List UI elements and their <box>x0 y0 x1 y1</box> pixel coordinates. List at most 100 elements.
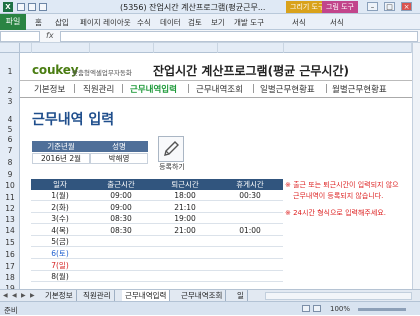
tab-next-icon[interactable]: ▶ <box>21 292 26 299</box>
column-header-cell[interactable] <box>218 43 284 53</box>
row-number[interactable]: 12 <box>0 204 20 213</box>
worksheet[interactable]: coukey 맞춤형엑셀업무자동화 잔업시간 계산프로그램(평균 근무시간) 기… <box>20 53 412 289</box>
file-tab[interactable]: 파일 <box>0 14 26 30</box>
break-cell[interactable] <box>217 260 283 271</box>
close-button[interactable]: × <box>401 2 412 11</box>
tab-format-picture[interactable]: 서식 <box>330 17 344 28</box>
break-cell[interactable] <box>217 202 283 213</box>
row-number[interactable]: 11 <box>0 193 20 202</box>
name-field[interactable]: 박해영 <box>90 153 148 164</box>
row-number[interactable]: 3 <box>0 97 20 106</box>
row-number[interactable]: 16 <box>0 250 20 259</box>
clock-out-cell[interactable] <box>153 260 217 271</box>
row-number[interactable]: 10 <box>0 181 20 190</box>
row-number[interactable]: 7 <box>0 146 20 155</box>
save-icon[interactable] <box>17 3 25 11</box>
clock-in-cell[interactable]: 08:30 <box>89 225 153 236</box>
break-cell[interactable] <box>217 271 283 282</box>
undo-icon[interactable] <box>28 3 36 11</box>
row-number[interactable]: 2 <box>0 86 20 95</box>
nav-work-query[interactable]: 근무내역조회 <box>196 83 243 95</box>
horizontal-scrollbar[interactable] <box>265 292 412 300</box>
formula-input[interactable] <box>60 31 418 42</box>
column-header-cell[interactable] <box>284 43 412 53</box>
vertical-scrollbar[interactable] <box>412 43 420 289</box>
zoom-level[interactable]: 100% <box>330 305 350 313</box>
date-cell[interactable]: 6(토) <box>31 248 89 259</box>
row-number[interactable]: 4 <box>0 115 20 124</box>
clock-in-cell[interactable] <box>89 260 153 271</box>
clock-out-cell[interactable]: 21:00 <box>153 225 217 236</box>
break-cell[interactable]: 00:30 <box>217 190 283 201</box>
nav-monthly-status[interactable]: 월별근무현황표 <box>332 83 387 95</box>
break-cell[interactable]: 01:00 <box>217 225 283 236</box>
date-cell[interactable]: 1(월) <box>31 190 89 201</box>
date-cell[interactable]: 4(목) <box>31 225 89 236</box>
column-header-cell[interactable] <box>32 43 90 53</box>
row-header: 1 2 3 4 5 6 7 8 9 10 11 12 13 14 15 16 1… <box>0 53 20 293</box>
minimize-button[interactable]: – <box>367 2 378 11</box>
clock-out-cell[interactable]: 18:00 <box>153 190 217 201</box>
clock-in-cell[interactable] <box>89 248 153 259</box>
row-number[interactable]: 8 <box>0 158 20 167</box>
date-cell[interactable]: 2(화) <box>31 202 89 213</box>
tab-last-icon[interactable]: ▶ <box>30 292 35 299</box>
row-number[interactable]: 6 <box>0 135 20 144</box>
row-number[interactable]: 18 <box>0 273 20 282</box>
maximize-button[interactable]: □ <box>384 2 395 11</box>
tab-view[interactable]: 보기 <box>211 17 225 28</box>
row-number[interactable]: 9 <box>0 170 20 179</box>
register-button[interactable] <box>158 136 184 162</box>
clock-out-cell[interactable]: 19:00 <box>153 213 217 224</box>
nav-employee[interactable]: 직원관리 <box>83 83 114 95</box>
normal-view-icon[interactable] <box>302 305 310 312</box>
break-cell[interactable] <box>217 213 283 224</box>
clock-in-cell[interactable]: 08:30 <box>89 213 153 224</box>
tab-data[interactable]: 데이터 <box>160 17 181 28</box>
tab-review[interactable]: 검토 <box>188 17 202 28</box>
row-number[interactable]: 15 <box>0 238 20 247</box>
period-field[interactable]: 2016년 2월 <box>32 153 90 164</box>
break-cell[interactable] <box>217 248 283 259</box>
tab-developer[interactable]: 개발 도구 <box>234 17 264 28</box>
select-all-corner[interactable] <box>0 43 20 53</box>
column-header-cell[interactable] <box>154 43 218 53</box>
tab-prev-icon[interactable]: ◀ <box>12 292 17 299</box>
context-tab-picture-tools[interactable]: 그림 도구 <box>322 1 358 13</box>
date-cell[interactable]: 3(수) <box>31 213 89 224</box>
date-cell[interactable]: 7(일) <box>31 260 89 271</box>
row-number[interactable]: 13 <box>0 215 20 224</box>
function-icon[interactable]: fx <box>46 31 54 40</box>
tab-insert[interactable]: 삽입 <box>55 17 69 28</box>
nav-daily-status[interactable]: 일별근무현황표 <box>260 83 315 95</box>
tab-format-drawing[interactable]: 서식 <box>292 17 306 28</box>
redo-icon[interactable] <box>39 3 47 11</box>
date-cell[interactable]: 5(금) <box>31 236 89 247</box>
page-layout-icon[interactable] <box>313 305 321 312</box>
nav-basic-info[interactable]: 기본정보 <box>34 83 65 95</box>
tab-first-icon[interactable]: ◀ <box>3 292 8 299</box>
nav-work-entry[interactable]: 근무내역입력 <box>130 83 177 95</box>
row-number[interactable]: 1 <box>0 67 20 76</box>
tab-formulas[interactable]: 수식 <box>137 17 151 28</box>
excel-app-icon[interactable]: X <box>3 2 13 12</box>
clock-out-cell[interactable] <box>153 236 217 247</box>
break-cell[interactable] <box>217 236 283 247</box>
row-number[interactable]: 17 <box>0 262 20 271</box>
row-number[interactable]: 14 <box>0 226 20 235</box>
name-box[interactable] <box>0 31 40 42</box>
row-number[interactable]: 5 <box>0 125 20 134</box>
date-cell[interactable]: 8(월) <box>31 271 89 282</box>
column-header-cell[interactable] <box>90 43 154 53</box>
clock-out-cell[interactable]: 21:10 <box>153 202 217 213</box>
clock-in-cell[interactable]: 09:00 <box>89 190 153 201</box>
tab-home[interactable]: 홈 <box>35 17 42 28</box>
clock-in-cell[interactable] <box>89 271 153 282</box>
clock-in-cell[interactable] <box>89 236 153 247</box>
zoom-slider[interactable] <box>358 308 406 311</box>
clock-out-cell[interactable] <box>153 271 217 282</box>
clock-out-cell[interactable] <box>153 248 217 259</box>
clock-in-cell[interactable]: 09:00 <box>89 202 153 213</box>
tab-page-layout[interactable]: 페이지 레이아웃 <box>80 17 131 28</box>
column-header-cell[interactable] <box>20 43 32 53</box>
